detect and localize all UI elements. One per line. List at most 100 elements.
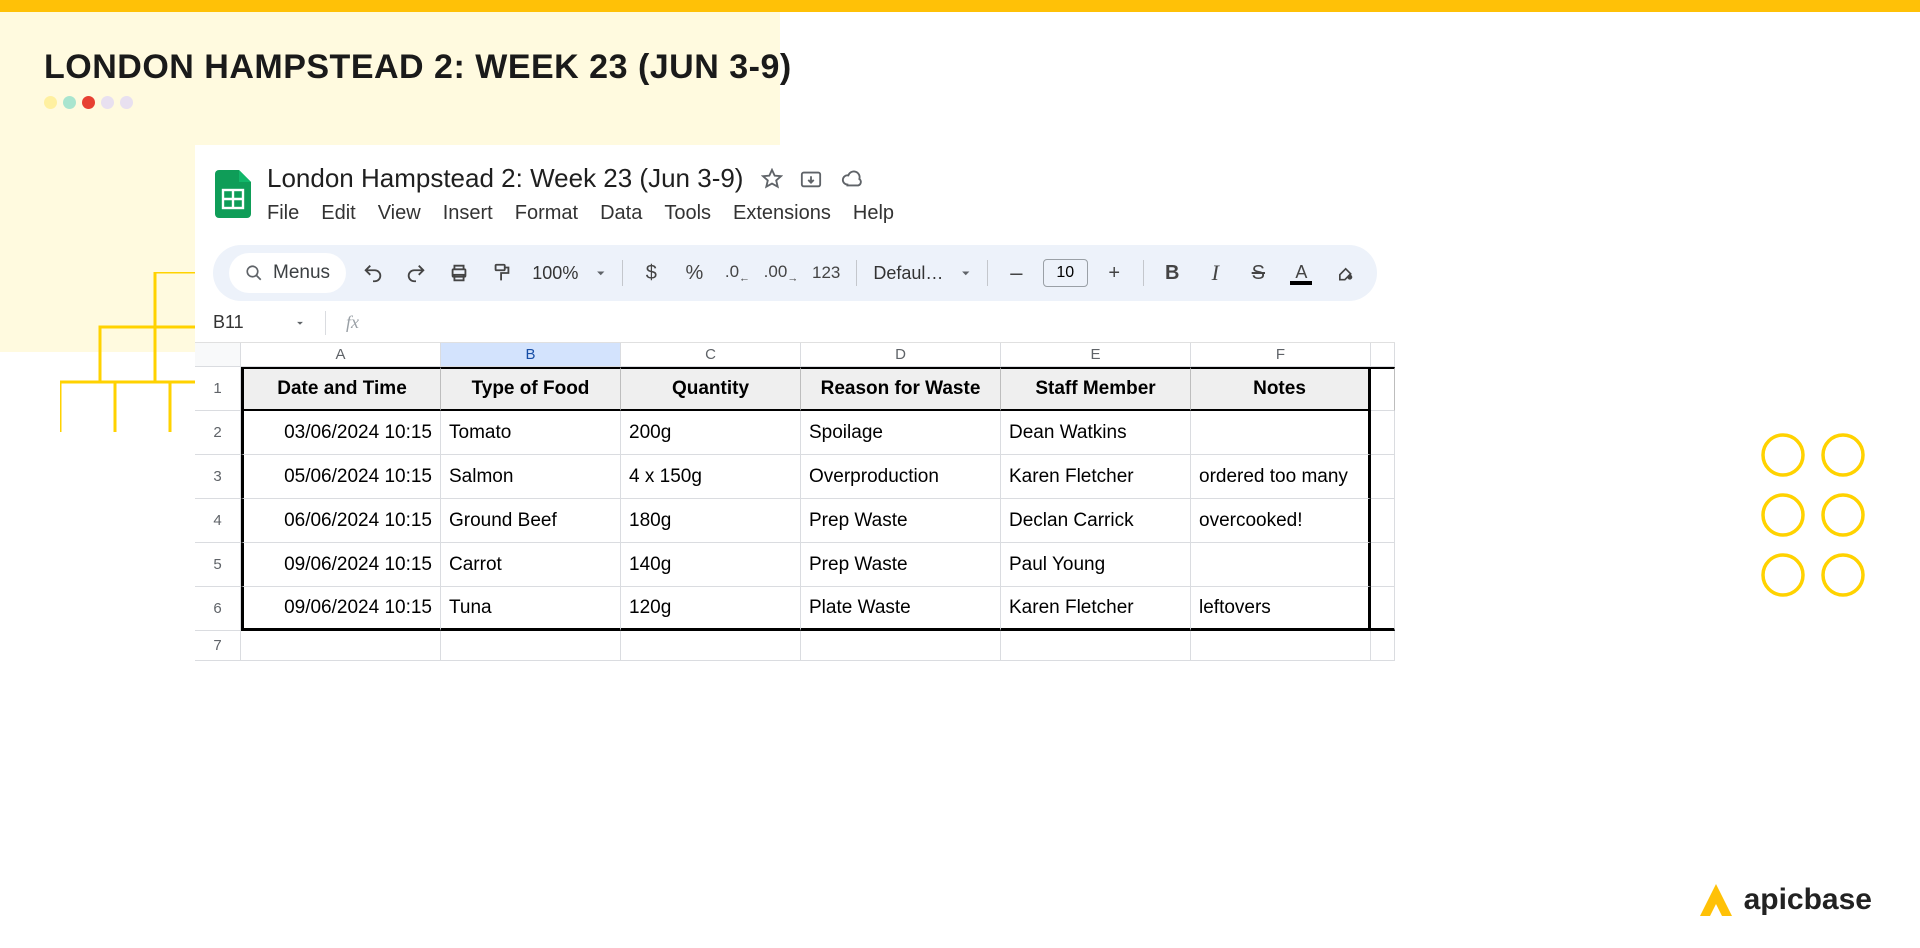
cell-blank[interactable]: [441, 631, 621, 661]
cell[interactable]: 09/06/2024 10:15: [241, 543, 441, 587]
cell-blank[interactable]: [621, 631, 801, 661]
cell[interactable]: 05/06/2024 10:15: [241, 455, 441, 499]
increase-decimal-button[interactable]: .00→: [764, 256, 798, 290]
cell[interactable]: Salmon: [441, 455, 621, 499]
cell-blank[interactable]: [801, 631, 1001, 661]
cell[interactable]: [1191, 543, 1371, 587]
menu-data[interactable]: Data: [600, 202, 642, 225]
menu-edit[interactable]: Edit: [321, 202, 355, 225]
font-size-input[interactable]: 10: [1043, 259, 1088, 287]
cell-blank[interactable]: [1371, 587, 1395, 631]
fill-color-button[interactable]: [1328, 256, 1361, 290]
cell[interactable]: Carrot: [441, 543, 621, 587]
cell[interactable]: 200g: [621, 411, 801, 455]
menu-file[interactable]: File: [267, 202, 299, 225]
cell-blank[interactable]: [1371, 499, 1395, 543]
cell[interactable]: Prep Waste: [801, 499, 1001, 543]
text-color-button[interactable]: A: [1285, 256, 1318, 290]
column-header-F[interactable]: F: [1191, 343, 1371, 367]
chevron-down-icon[interactable]: [957, 264, 975, 282]
menu-format[interactable]: Format: [515, 202, 578, 225]
cell[interactable]: Tomato: [441, 411, 621, 455]
cell[interactable]: 03/06/2024 10:15: [241, 411, 441, 455]
font-selector[interactable]: Defaul…: [869, 263, 947, 284]
cell[interactable]: 09/06/2024 10:15: [241, 587, 441, 631]
star-icon[interactable]: [761, 168, 783, 190]
row-header-3[interactable]: 3: [195, 455, 241, 499]
cell[interactable]: Declan Carrick: [1001, 499, 1191, 543]
zoom-level[interactable]: 100%: [528, 263, 582, 284]
cell[interactable]: ordered too many: [1191, 455, 1371, 499]
italic-button[interactable]: I: [1199, 256, 1232, 290]
menu-view[interactable]: View: [378, 202, 421, 225]
header-date[interactable]: Date and Time: [241, 367, 441, 411]
row-header-5[interactable]: 5: [195, 543, 241, 587]
header-reason[interactable]: Reason for Waste: [801, 367, 1001, 411]
header-food[interactable]: Type of Food: [441, 367, 621, 411]
sheets-app-icon[interactable]: [213, 169, 253, 219]
cell[interactable]: Karen Fletcher: [1001, 455, 1191, 499]
header-notes[interactable]: Notes: [1191, 367, 1371, 411]
cell[interactable]: 120g: [621, 587, 801, 631]
cell[interactable]: 06/06/2024 10:15: [241, 499, 441, 543]
cell-blank[interactable]: [1371, 455, 1395, 499]
cell[interactable]: leftovers: [1191, 587, 1371, 631]
menu-insert[interactable]: Insert: [443, 202, 493, 225]
header-qty[interactable]: Quantity: [621, 367, 801, 411]
menu-tools[interactable]: Tools: [664, 202, 711, 225]
percent-format-button[interactable]: %: [678, 256, 711, 290]
cell[interactable]: 4 x 150g: [621, 455, 801, 499]
more-formats-button[interactable]: 123: [808, 256, 844, 290]
cell[interactable]: 140g: [621, 543, 801, 587]
cell-blank[interactable]: [1001, 631, 1191, 661]
cell[interactable]: Karen Fletcher: [1001, 587, 1191, 631]
cell[interactable]: Plate Waste: [801, 587, 1001, 631]
column-header-B[interactable]: B: [441, 343, 621, 367]
cloud-status-icon[interactable]: [839, 168, 865, 190]
cell-blank[interactable]: [1191, 631, 1371, 661]
menu-help[interactable]: Help: [853, 202, 894, 225]
print-button[interactable]: [442, 256, 475, 290]
currency-format-button[interactable]: $: [635, 256, 668, 290]
column-header-E[interactable]: E: [1001, 343, 1191, 367]
cell[interactable]: overcooked!: [1191, 499, 1371, 543]
move-icon[interactable]: [799, 168, 823, 190]
bold-button[interactable]: B: [1156, 256, 1189, 290]
font-size-increase[interactable]: +: [1098, 256, 1131, 290]
menus-search[interactable]: Menus: [229, 253, 346, 293]
document-title[interactable]: London Hampstead 2: Week 23 (Jun 3-9): [267, 163, 743, 194]
font-size-decrease[interactable]: –: [1000, 256, 1033, 290]
chevron-down-icon[interactable]: [592, 264, 610, 282]
cell-blank[interactable]: [1371, 631, 1395, 661]
cell[interactable]: Spoilage: [801, 411, 1001, 455]
cell-blank[interactable]: [241, 631, 441, 661]
cell[interactable]: Tuna: [441, 587, 621, 631]
redo-button[interactable]: [399, 256, 432, 290]
column-header-A[interactable]: A: [241, 343, 441, 367]
column-header-extra[interactable]: [1371, 343, 1395, 367]
select-all-corner[interactable]: [195, 343, 241, 367]
cell-blank[interactable]: [1371, 411, 1395, 455]
row-header-6[interactable]: 6: [195, 587, 241, 631]
cell[interactable]: Overproduction: [801, 455, 1001, 499]
paint-format-button[interactable]: [485, 256, 518, 290]
header-staff[interactable]: Staff Member: [1001, 367, 1191, 411]
row-header-4[interactable]: 4: [195, 499, 241, 543]
strikethrough-button[interactable]: S: [1242, 256, 1275, 290]
cell[interactable]: Prep Waste: [801, 543, 1001, 587]
cell[interactable]: [1191, 411, 1371, 455]
cell[interactable]: Dean Watkins: [1001, 411, 1191, 455]
row-header-7[interactable]: 7: [195, 631, 241, 661]
menu-extensions[interactable]: Extensions: [733, 202, 831, 225]
name-box[interactable]: B11: [205, 309, 315, 336]
cell-blank[interactable]: [1371, 543, 1395, 587]
cell[interactable]: 180g: [621, 499, 801, 543]
undo-button[interactable]: [356, 256, 389, 290]
column-header-C[interactable]: C: [621, 343, 801, 367]
decrease-decimal-button[interactable]: .0←: [721, 256, 754, 290]
row-header-1[interactable]: 1: [195, 367, 241, 411]
cell-blank[interactable]: [1371, 367, 1395, 411]
column-header-D[interactable]: D: [801, 343, 1001, 367]
cell[interactable]: Ground Beef: [441, 499, 621, 543]
spreadsheet-grid[interactable]: A B C D E F 1 Date and Time Type of Food…: [195, 343, 1395, 661]
